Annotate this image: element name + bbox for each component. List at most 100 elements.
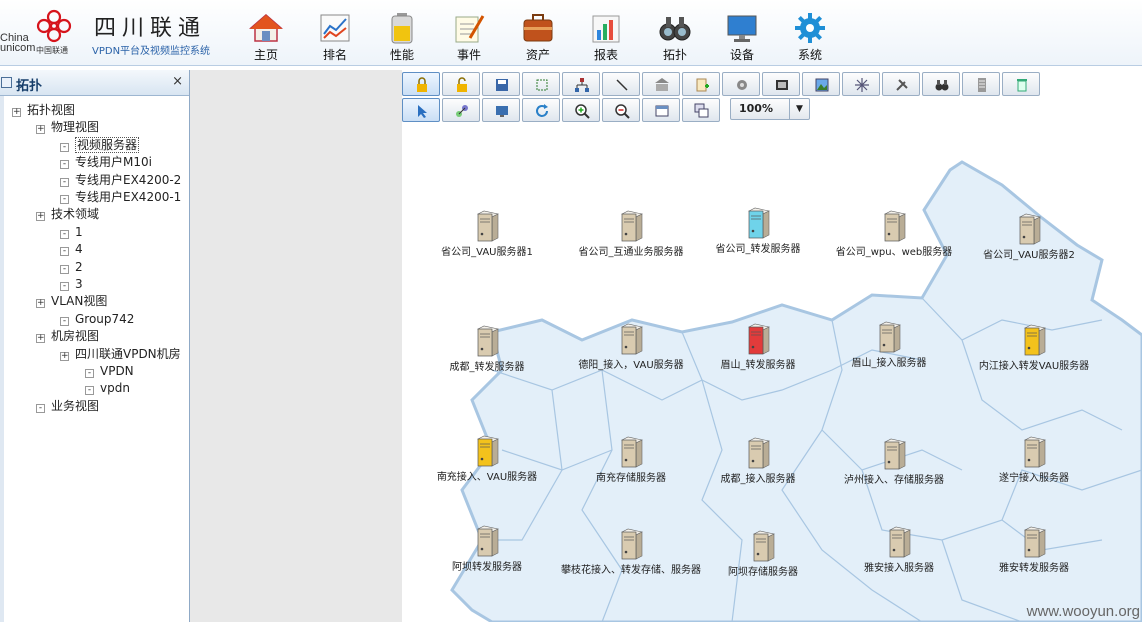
tree-node-label: 技术领域 xyxy=(51,207,100,222)
line-button[interactable] xyxy=(602,72,640,96)
tree-node[interactable]: -2 xyxy=(60,259,83,276)
select-area-button[interactable] xyxy=(522,72,560,96)
bar-chart-icon xyxy=(592,15,620,43)
tree-node[interactable]: + VLAN视图 xyxy=(36,293,107,310)
recycle-button[interactable] xyxy=(1002,72,1040,96)
brand-tagline: VPDN平台及视频监控系统 xyxy=(92,46,211,57)
nav-topology[interactable]: 拓扑 xyxy=(645,12,705,64)
tree-node[interactable]: + 物理视图 xyxy=(36,119,99,136)
unlock-button[interactable] xyxy=(442,72,480,96)
server-node[interactable]: 遂宁接入服务器 xyxy=(954,436,1114,486)
server-label: 省公司_VAU服务器2 xyxy=(983,250,1075,261)
building-button[interactable] xyxy=(642,72,680,96)
collapse-icon[interactable]: - xyxy=(85,386,94,396)
server-icon xyxy=(477,525,499,557)
server-node[interactable]: 阿坝转发服务器 xyxy=(407,525,567,575)
film-button[interactable] xyxy=(762,72,800,96)
tree-node[interactable]: - 专线用户M10i xyxy=(60,154,152,171)
server-label: 遂宁接入服务器 xyxy=(999,473,1069,484)
hierarchy-button[interactable] xyxy=(562,72,600,96)
tools-button[interactable] xyxy=(882,72,920,96)
refresh-button[interactable] xyxy=(522,98,560,122)
save-icon xyxy=(496,79,508,91)
binoculars-button[interactable] xyxy=(922,72,960,96)
tools-icon xyxy=(896,79,908,91)
tree-node[interactable]: + 拓扑视图 xyxy=(12,102,75,119)
nav-performance[interactable]: 性能 xyxy=(372,12,432,64)
tree-node[interactable]: - vpdn xyxy=(85,380,130,397)
tree-node[interactable]: -1 xyxy=(60,224,83,241)
server-icon xyxy=(884,438,906,470)
lock-button[interactable] xyxy=(402,72,440,96)
server-node[interactable]: 内江接入转发VAU服务器 xyxy=(954,324,1114,374)
link-button[interactable] xyxy=(442,98,480,122)
server-node[interactable]: 眉山_接入服务器 xyxy=(809,321,969,371)
expand-icon[interactable]: + xyxy=(12,108,21,117)
nav-system[interactable]: 系统 xyxy=(780,12,840,64)
zoom-in-button[interactable] xyxy=(562,98,600,122)
tree-node[interactable]: + 技术领域 xyxy=(36,206,99,223)
collapse-icon[interactable]: - xyxy=(60,142,69,152)
collapse-icon[interactable]: - xyxy=(36,403,45,413)
pointer-button[interactable] xyxy=(402,98,440,122)
collapse-icon[interactable]: - xyxy=(60,316,69,326)
tree-node-label: 四川联通VPDN机房 xyxy=(75,346,181,361)
collapse-icon[interactable]: - xyxy=(60,229,69,239)
expand-icon[interactable]: + xyxy=(36,334,45,344)
nav-ranking[interactable]: 排名 xyxy=(305,12,365,64)
tree-node-label: 专线用户EX4200-1 xyxy=(75,190,182,204)
collapse-icon[interactable]: - xyxy=(60,247,69,257)
nav-events[interactable]: 事件 xyxy=(439,12,499,64)
collapse-icon[interactable]: - xyxy=(60,264,69,274)
collapse-icon[interactable]: - xyxy=(60,195,69,204)
tree-node[interactable]: - 视频服务器 xyxy=(60,136,140,154)
collapse-icon[interactable]: - xyxy=(60,160,69,170)
tree-node[interactable]: + 机房视图 xyxy=(36,328,99,345)
tree-node[interactable]: - 专线用户EX4200-2 xyxy=(60,172,181,189)
expand-icon[interactable]: + xyxy=(36,212,45,222)
notepad-icon xyxy=(455,15,485,43)
tree-node[interactable]: -4 xyxy=(60,241,83,258)
tree-node[interactable]: - 业务视图 xyxy=(36,398,99,415)
expand-icon[interactable]: + xyxy=(36,125,45,135)
tree-node[interactable]: - VPDN xyxy=(85,363,134,380)
tree-node[interactable]: -3 xyxy=(60,276,83,293)
tree-node-label: 专线用户M10i xyxy=(75,155,152,170)
screen-icon xyxy=(496,106,508,117)
server-node[interactable]: 省公司_VAU服务器1 xyxy=(407,210,567,260)
screen-button[interactable] xyxy=(482,98,520,122)
cascade-button[interactable] xyxy=(682,98,720,122)
settings-button[interactable] xyxy=(722,72,760,96)
expand-icon[interactable]: + xyxy=(36,299,45,309)
server-node[interactable]: 泸州接入、存储服务器 xyxy=(814,438,974,488)
zoom-select[interactable]: 100% ▼ xyxy=(730,98,810,120)
topology-canvas[interactable]: 省公司_VAU服务器1 省公司_互通业务服务器 省公司_转发服务器 省公司_wpu、w… xyxy=(402,70,1142,622)
nav-assets[interactable]: 资产 xyxy=(508,12,568,64)
add-node-button[interactable] xyxy=(682,72,720,96)
nav-home[interactable]: 主页 xyxy=(236,12,296,64)
tree-node-label: VPDN xyxy=(100,364,134,378)
image-button[interactable] xyxy=(802,72,840,96)
collapse-icon[interactable]: - xyxy=(60,177,69,187)
tree-node[interactable]: - 专线用户EX4200-1 xyxy=(60,189,181,206)
window-button[interactable] xyxy=(642,98,680,122)
lock-icon xyxy=(417,77,427,92)
nav-devices[interactable]: 设备 xyxy=(712,12,772,64)
server-node[interactable]: 南充接入、VAU服务器 xyxy=(407,435,567,485)
tree-node[interactable]: + 四川联通VPDN机房 xyxy=(60,346,181,363)
server-icon xyxy=(1024,324,1046,356)
nav-reports[interactable]: 报表 xyxy=(576,12,636,64)
expand-icon[interactable]: + xyxy=(60,351,69,361)
server-node[interactable]: 成都_转发服务器 xyxy=(407,325,567,375)
save-button[interactable] xyxy=(482,72,520,96)
sidebar-scrollbar[interactable] xyxy=(0,96,4,622)
zoom-out-button[interactable] xyxy=(602,98,640,122)
collapse-icon[interactable]: - xyxy=(60,282,69,291)
rack-button[interactable] xyxy=(962,72,1000,96)
server-node[interactable]: 省公司_VAU服务器2 xyxy=(949,213,1109,263)
tree-node[interactable]: - Group742 xyxy=(60,311,134,328)
collapse-icon[interactable]: - xyxy=(85,369,94,378)
sidebar-close-button[interactable]: × xyxy=(172,74,183,89)
snowflake-button[interactable] xyxy=(842,72,880,96)
server-node[interactable]: 雅安转发服务器 xyxy=(954,526,1114,576)
